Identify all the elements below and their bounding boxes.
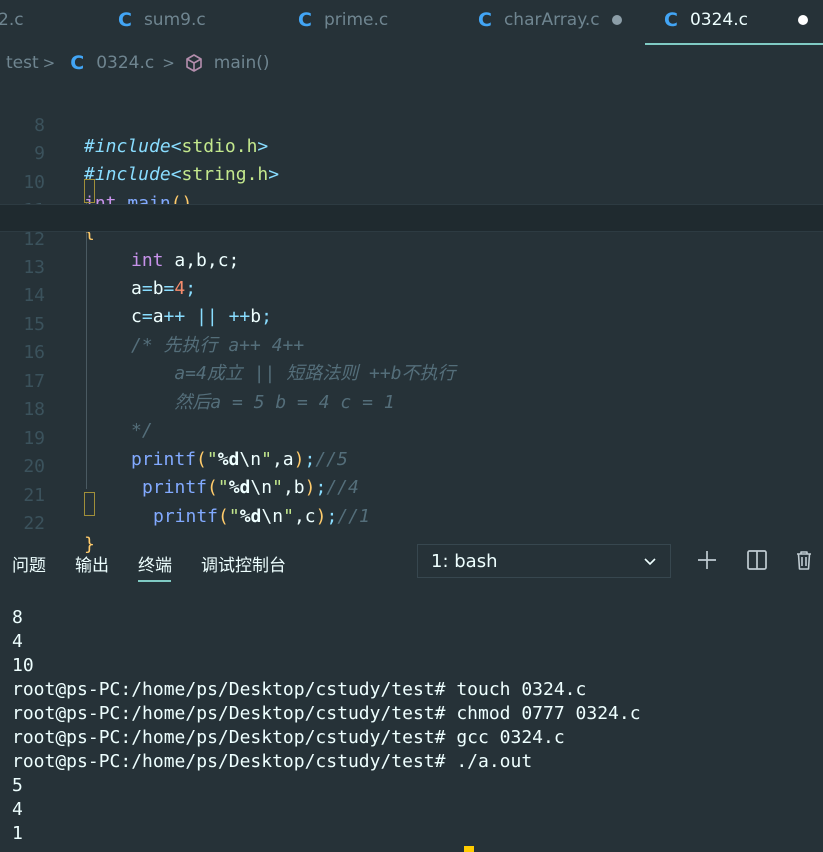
terminal-line: 1 [12, 823, 23, 844]
code-line: 10 int main() [0, 148, 823, 214]
tab-label: sum9.c [143, 10, 206, 30]
c-file-icon: C [664, 9, 678, 31]
terminal-line: 8 [12, 607, 23, 628]
bracket-match-highlight [84, 492, 95, 516]
panel-tab-problems[interactable]: 问题 [12, 551, 46, 576]
editor-tab-bar: 2.c C sum9.c C prime.c C charArray.c C 0… [0, 0, 823, 46]
terminal-select-value: 1: bash [431, 550, 498, 572]
terminal-line: 4 [12, 799, 23, 820]
tab-sum9c[interactable]: C sum9.c [118, 0, 206, 40]
terminal-line: 4 [12, 631, 23, 652]
c-file-icon: C [478, 9, 492, 31]
breadcrumb-symbol[interactable]: main() [214, 53, 270, 73]
code-editor[interactable]: 7 8 #include<stdio.h> 9 #include<string.… [0, 90, 823, 555]
breadcrumb-folder[interactable]: test [6, 53, 39, 73]
tab-label: 2.c [0, 10, 24, 30]
tab-2c[interactable]: 2.c [0, 0, 24, 40]
panel-tab-debug-console[interactable]: 调试控制台 [201, 551, 286, 576]
terminal-line: 10 [12, 655, 34, 676]
code-line: 16 a=4成立 || 短路法则 ++b不执行 [0, 318, 823, 384]
breadcrumb: test > C 0324.c > main() [6, 48, 270, 78]
breadcrumb-separator: > [162, 54, 175, 72]
terminal-line: root@ps-PC:/home/ps/Desktop/cstudy/test#… [12, 679, 587, 700]
chevron-down-icon [644, 558, 656, 566]
unsaved-dot-icon[interactable] [611, 15, 622, 25]
code-line: 14 c=a++ || ++b; [0, 261, 823, 327]
tab-0324c[interactable]: C 0324.c [664, 0, 808, 40]
c-file-icon: C [298, 9, 312, 31]
tab-label: 0324.c [689, 10, 748, 30]
c-file-icon: C [118, 9, 132, 31]
code-line: 22 } [0, 489, 823, 555]
code-line: 17 然后a = 5 b = 4 c = 1 [0, 347, 823, 413]
tab-label: charArray.c [503, 10, 600, 30]
panel-tab-output[interactable]: 输出 [75, 551, 109, 576]
terminal-line: 5 [12, 775, 23, 796]
code-line: 18 */ [0, 375, 823, 441]
active-panel-tab-indicator [138, 580, 171, 582]
tab-label: prime.c [323, 10, 389, 30]
trash-icon[interactable] [793, 549, 815, 571]
tab-primec[interactable]: C prime.c [298, 0, 388, 40]
plus-icon[interactable] [696, 549, 718, 571]
c-file-icon: C [70, 52, 85, 74]
code-line: 20 printf("%d\n",b);//4 [0, 432, 823, 498]
cube-icon [185, 54, 202, 72]
code-line: 11 { [0, 176, 823, 242]
terminal-select[interactable]: 1: bash [417, 544, 671, 578]
breadcrumb-separator: > [42, 54, 56, 72]
code-line-current: 12 int a,b,c; [0, 204, 823, 271]
terminal-line: root@ps-PC:/home/ps/Desktop/cstudy/test#… [12, 751, 533, 772]
terminal-cursor [464, 846, 474, 852]
code-line: 19 printf("%d\n",a);//5 [0, 404, 823, 470]
bracket-match-highlight [84, 179, 95, 203]
code-line: 9 #include<string.h> [0, 119, 823, 185]
code-line: 7 [0, 76, 823, 90]
panel-tab-terminal[interactable]: 终端 [138, 551, 172, 576]
code-line: 8 #include<stdio.h> [0, 91, 823, 157]
terminal-output[interactable]: 8 4 10 root@ps-PC:/home/ps/Desktop/cstud… [12, 606, 641, 846]
terminal-line: root@ps-PC:/home/ps/Desktop/cstudy/test#… [12, 727, 565, 748]
tab-chararrayc[interactable]: C charArray.c [478, 0, 622, 40]
code-line: 15 /* 先执行 a++ 4++ [0, 290, 823, 356]
breadcrumb-file[interactable]: 0324.c [96, 53, 154, 73]
line-number: 22 [23, 513, 45, 534]
terminal-line: root@ps-PC:/home/ps/Desktop/cstudy/test#… [12, 703, 641, 724]
split-terminal-icon[interactable] [746, 549, 768, 571]
unsaved-dot-icon[interactable] [797, 15, 808, 25]
active-tab-indicator [645, 43, 823, 45]
code-line: 21 printf("%d\n",c);//1 [0, 461, 823, 527]
code-line: 13 a=b=4; [0, 233, 823, 299]
